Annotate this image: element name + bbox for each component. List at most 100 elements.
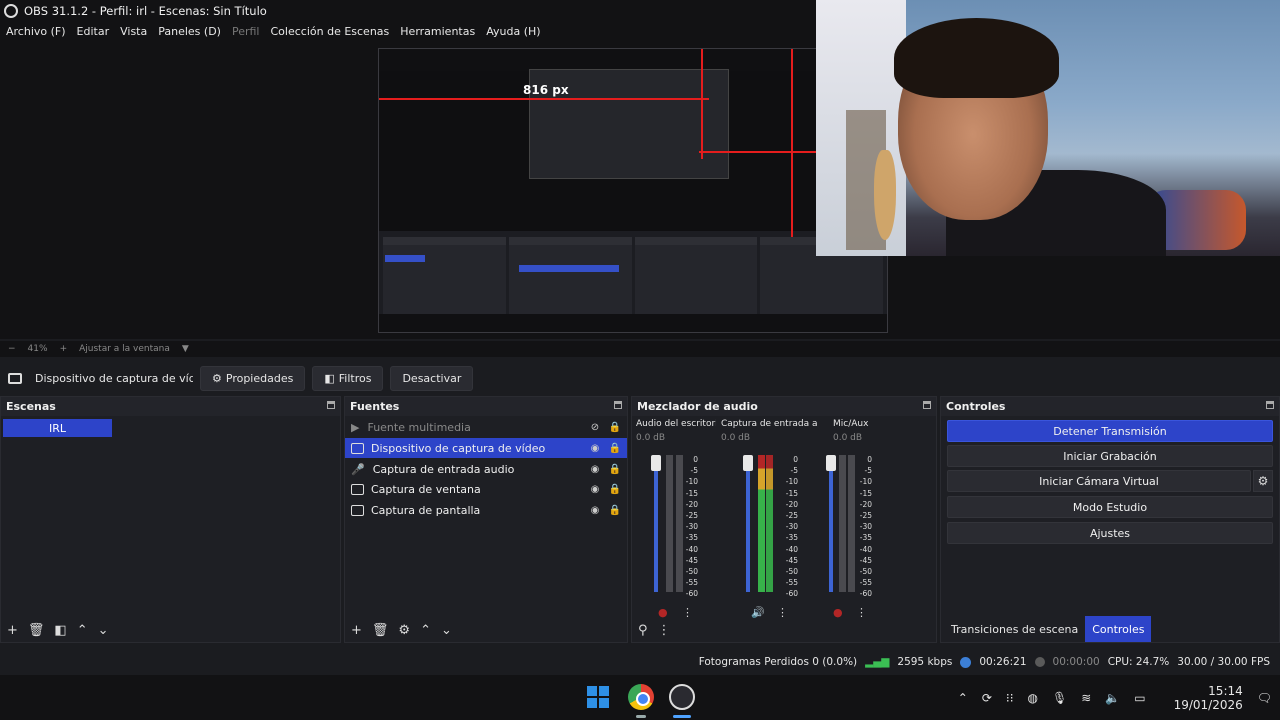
dropped-frames: Fotogramas Perdidos 0 (0.0%)	[698, 656, 858, 668]
eye-icon[interactable]: ◉	[587, 484, 603, 495]
recording-icon	[1034, 657, 1045, 667]
deactivate-button[interactable]: Desactivar	[390, 365, 474, 391]
arrow-up-icon[interactable]: ⌃	[420, 623, 431, 638]
mixer-channel-mic: Mic/Aux 0.0 dB 0 -5 -10 -15 -20 -25 -30 -35 -40-…	[826, 419, 893, 619]
eye-icon[interactable]: ◉	[587, 443, 603, 454]
mixer-channel-desktop: Audio del escritorio 0.0 dB 0 -5 -10 -15 -20…	[636, 419, 716, 619]
undock-icon[interactable]	[614, 401, 622, 409]
gear-icon[interactable]: ⚙	[398, 623, 410, 638]
source-item[interactable]: Dispositivo de captura de vídeo ◉ 🔒	[345, 438, 627, 458]
lock-icon[interactable]: 🔒	[607, 484, 623, 495]
trash-icon[interactable]: 🗑	[28, 623, 45, 638]
sources-title: Fuentes	[350, 400, 400, 413]
wifi-icon[interactable]: ≋	[1081, 691, 1091, 705]
nested-obs-capture: 816 px	[378, 48, 888, 333]
controls-header: Controles	[941, 397, 1279, 416]
virtual-camera-settings-button[interactable]: ⚙	[1253, 470, 1273, 492]
tab-controls[interactable]: Controles	[1085, 616, 1152, 642]
source-label: Fuente multimedia	[367, 420, 471, 434]
channel-db: 0.0 dB	[721, 433, 751, 443]
studio-mode-button[interactable]: Modo Estudio	[947, 496, 1273, 518]
clock-time: 15:14	[1208, 683, 1243, 698]
controls-dock: Controles Detener Transmisión Iniciar Gr…	[940, 396, 1280, 643]
menu-view[interactable]: Vista	[120, 25, 147, 38]
obs-tray-icon[interactable]: ◍	[1028, 691, 1038, 705]
source-item[interactable]: ▶ Fuente multimedia ⊘ 🔒	[345, 417, 627, 437]
camera-icon	[351, 442, 364, 454]
source-item[interactable]: Captura de ventana ◉ 🔒	[345, 479, 627, 499]
menu-profile[interactable]: Perfil	[232, 25, 260, 38]
arrow-up-icon[interactable]: ⌃	[77, 623, 88, 638]
volume-fader[interactable]	[826, 455, 836, 592]
menu-file[interactable]: Archivo (F)	[6, 25, 66, 38]
streaming-icon	[960, 656, 972, 668]
menu-tools[interactable]: Herramientas	[400, 25, 475, 38]
zoom-out-button[interactable]: −	[8, 344, 16, 354]
lock-icon[interactable]: 🔒	[607, 443, 623, 454]
scene-item-irl[interactable]: IRL	[3, 419, 112, 437]
source-item[interactable]: Captura de pantalla ◉ 🔒	[345, 500, 627, 520]
chrome-icon[interactable]	[628, 684, 654, 710]
sources-dock: Fuentes ▶ Fuente multimedia ⊘ 🔒 Disposit…	[344, 396, 628, 643]
chevron-down-icon[interactable]: ▼	[182, 344, 189, 354]
kebab-menu-icon[interactable]: ⋮	[658, 623, 671, 638]
microphone-icon: 🎤	[351, 462, 365, 476]
add-icon[interactable]: +	[351, 623, 362, 638]
start-virtual-camera-button[interactable]: Iniciar Cámara Virtual	[947, 470, 1251, 492]
arrow-down-icon[interactable]: ⌄	[98, 623, 109, 638]
menu-docks[interactable]: Paneles (D)	[158, 25, 221, 38]
eye-icon[interactable]: ◉	[587, 464, 603, 475]
obs-taskbar-icon[interactable]	[669, 684, 695, 710]
monitor-icon	[351, 504, 364, 516]
grid-icon[interactable]: ⁝⁝	[1006, 691, 1014, 705]
scenes-toolbar: + 🗑 ◧ ⌃ ⌄	[1, 618, 340, 642]
eye-hidden-icon[interactable]: ⊘	[587, 422, 603, 433]
undock-icon[interactable]	[327, 401, 335, 409]
bitrate: 2595 kbps	[897, 656, 953, 668]
stop-stream-button[interactable]: Detener Transmisión	[947, 420, 1273, 442]
volume-icon[interactable]: 🔈	[1105, 691, 1120, 705]
tab-scene-transitions[interactable]: Transiciones de escena	[944, 616, 1085, 642]
record-time: 00:00:00	[1052, 656, 1100, 668]
undock-icon[interactable]	[923, 401, 931, 409]
menu-edit[interactable]: Editar	[77, 25, 110, 38]
undock-icon[interactable]	[1266, 401, 1274, 409]
system-tray: ⌃ ⟳ ⁝⁝ ◍ 🎙 ≋ 🔈 ▭ 15:14 19/01/2026 🗨	[944, 675, 1272, 720]
title-bar: OBS 31.1.2 - Perfil: irl - Escenas: Sin …	[0, 0, 816, 21]
chevron-up-icon[interactable]: ⌃	[958, 691, 968, 705]
start-recording-button[interactable]: Iniciar Grabación	[947, 445, 1273, 467]
link-icon[interactable]: ⚲	[638, 623, 648, 638]
volume-fader[interactable]	[743, 455, 753, 592]
battery-icon[interactable]: ▭	[1134, 691, 1145, 705]
settings-button[interactable]: Ajustes	[947, 522, 1273, 544]
eye-icon[interactable]: ◉	[587, 505, 603, 516]
play-icon: ▶	[351, 420, 360, 434]
sync-icon[interactable]: ⟳	[982, 691, 992, 705]
channel-name: Audio del escritorio	[636, 419, 716, 429]
audio-mixer-dock: Mezclador de audio Audio del escritorio …	[631, 396, 937, 643]
source-label: Captura de entrada audio	[372, 462, 515, 476]
arrow-down-icon[interactable]: ⌄	[441, 623, 452, 638]
menu-help[interactable]: Ayuda (H)	[486, 25, 540, 38]
taskbar: ⌃ ⟳ ⁝⁝ ◍ 🎙 ≋ 🔈 ▭ 15:14 19/01/2026 🗨	[0, 675, 1280, 720]
gear-icon: ⚙	[212, 371, 222, 385]
fps: 30.00 / 30.00 FPS	[1177, 656, 1270, 668]
zoom-in-button[interactable]: +	[60, 344, 68, 354]
properties-button[interactable]: ⚙ Propiedades	[200, 365, 306, 391]
menu-scene-collection[interactable]: Colección de Escenas	[271, 25, 390, 38]
microphone-icon[interactable]: 🎙	[1052, 691, 1067, 705]
volume-fader[interactable]	[651, 455, 661, 592]
source-item[interactable]: 🎤 Captura de entrada audio ◉ 🔒	[345, 459, 627, 479]
lock-icon[interactable]: 🔒	[607, 505, 623, 516]
trash-icon[interactable]: 🗑	[372, 623, 389, 638]
lock-icon[interactable]: 🔒	[607, 464, 623, 475]
add-icon[interactable]: +	[7, 623, 18, 638]
fit-to-window[interactable]: Ajustar a la ventana	[79, 344, 170, 354]
windows-start-icon[interactable]	[587, 686, 609, 708]
clock[interactable]: 15:14 19/01/2026	[1160, 684, 1243, 712]
filters-button[interactable]: ◧ Filtros	[312, 365, 384, 391]
lock-icon[interactable]: 🔒	[607, 422, 623, 433]
notification-icon[interactable]: 🗨	[1257, 691, 1272, 705]
deactivate-label: Desactivar	[402, 371, 462, 385]
filter-icon[interactable]: ◧	[54, 623, 66, 638]
